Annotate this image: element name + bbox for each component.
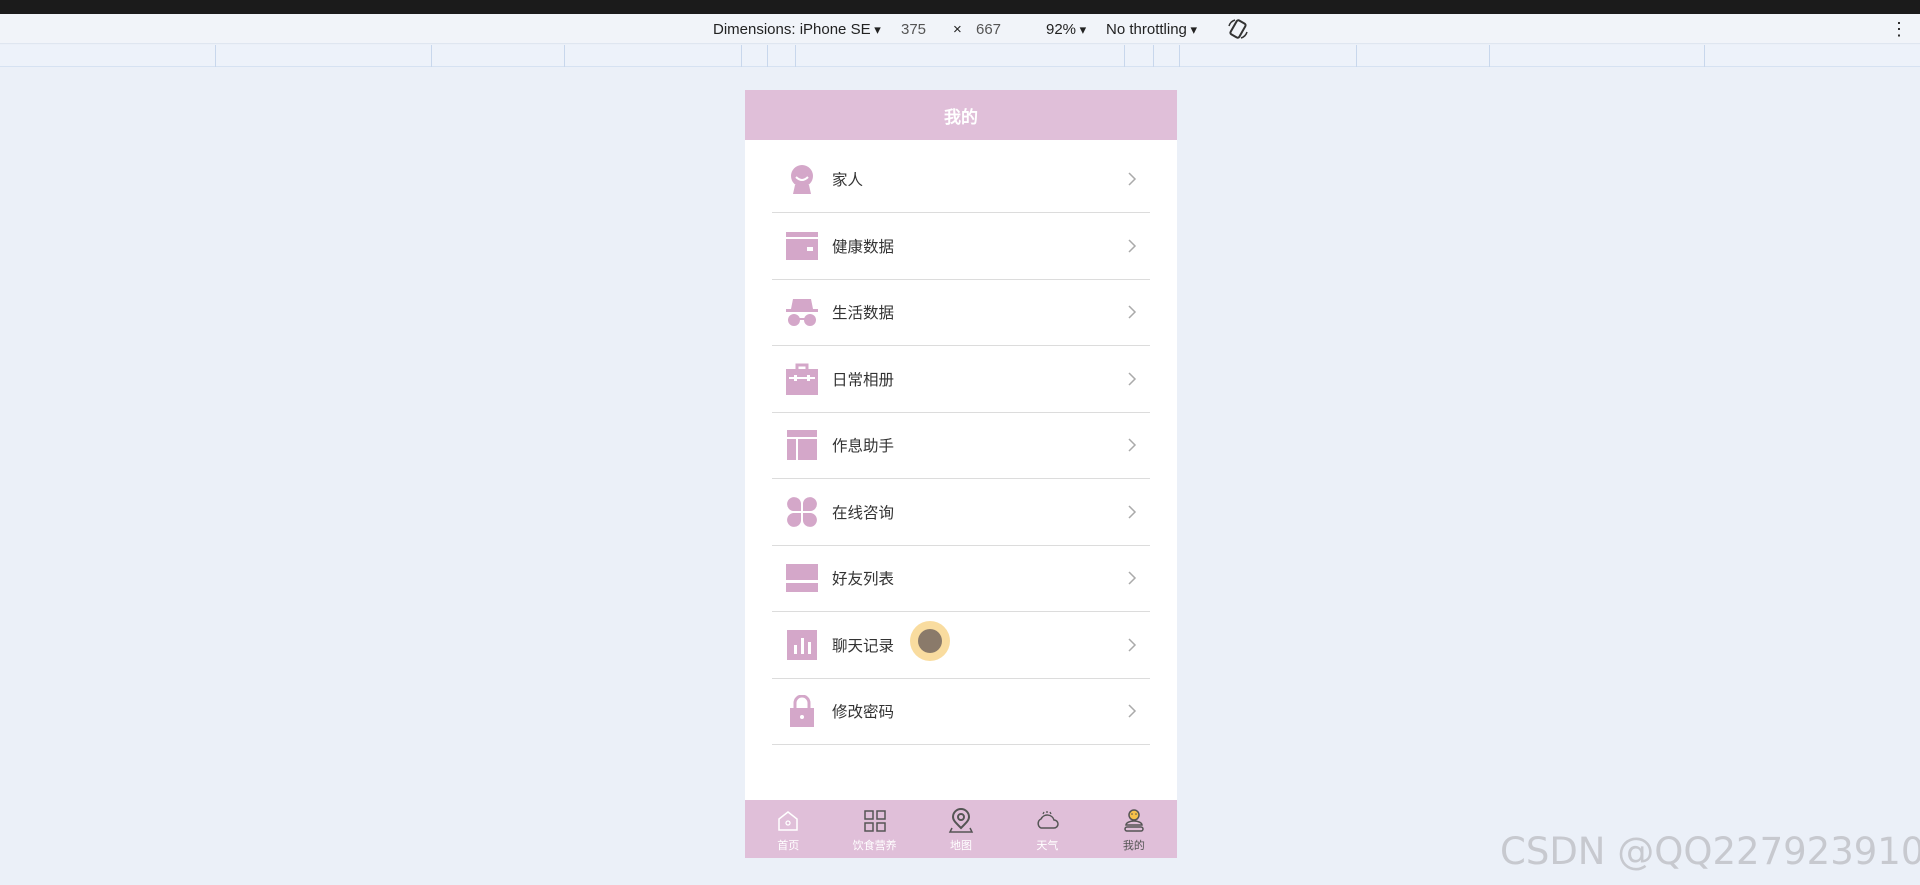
menu-item-friend-list[interactable]: 好友列表 — [772, 546, 1150, 612]
browser-top-bar — [0, 0, 1920, 14]
device-width-input[interactable]: 375 — [901, 21, 926, 38]
menu-item-life-data[interactable]: 生活数据 — [772, 280, 1150, 346]
menu-item-label: 日常相册 — [832, 370, 895, 389]
menu-item-schedule-assistant[interactable]: 作息助手 — [772, 413, 1150, 479]
briefcase-icon — [786, 363, 818, 395]
chevron-right-icon — [1128, 172, 1137, 186]
tab-weather[interactable]: 天气 — [1004, 800, 1090, 858]
menu-list: 家人 健康数据 生活数据 日常相册 作息助手 在线咨询 好友列表 聊天记录 修改… — [745, 140, 1177, 745]
chevron-right-icon — [1128, 305, 1137, 319]
media-query-ruler — [0, 45, 1920, 67]
menu-item-label: 生活数据 — [832, 304, 895, 323]
menu-item-label: 好友列表 — [832, 570, 895, 589]
menu-item-online-consult[interactable]: 在线咨询 — [772, 479, 1150, 546]
clover-icon — [786, 496, 818, 528]
person-icon — [786, 163, 818, 195]
rotate-icon[interactable] — [1227, 18, 1249, 40]
tab-home[interactable]: 首页 — [745, 800, 831, 858]
page-header: 我的 — [745, 90, 1177, 140]
menu-item-label: 家人 — [832, 171, 864, 189]
device-height-input[interactable]: 667 — [976, 21, 1001, 38]
map-pin-icon — [948, 808, 974, 833]
throttling-select[interactable]: No throttling — [1106, 21, 1197, 38]
tab-bar: 首页 饮食营养 地图 天气 我的 — [745, 800, 1177, 858]
menu-item-label: 聊天记录 — [832, 636, 895, 655]
chevron-right-icon — [1128, 571, 1137, 585]
zoom-select[interactable]: 92% — [1046, 21, 1086, 38]
tab-mine[interactable]: 我的 — [1091, 800, 1177, 858]
tab-label: 天气 — [1036, 839, 1059, 852]
menu-item-label: 健康数据 — [832, 237, 895, 256]
menu-item-family[interactable]: 家人 — [772, 140, 1150, 213]
chevron-right-icon — [1128, 372, 1137, 386]
chevron-right-icon — [1128, 505, 1137, 519]
watermark: CSDN @QQ2279239102 — [1500, 830, 1920, 873]
menu-item-label: 作息助手 — [832, 437, 895, 456]
layout-icon — [786, 429, 818, 461]
phone-viewport: 我的 家人 健康数据 生活数据 日常相册 作息助手 在线咨询 好友列表 聊天记录… — [745, 90, 1177, 858]
incognito-icon — [786, 296, 818, 328]
device-toolbar: Dimensions: iPhone SE 375 × 667 92% No t… — [0, 14, 1920, 44]
tab-diet-nutrition[interactable]: 饮食营养 — [831, 800, 917, 858]
chevron-right-icon — [1128, 239, 1137, 253]
more-options-icon[interactable]: ⋮ — [1890, 19, 1908, 40]
cloud-icon — [1037, 811, 1060, 829]
chevron-right-icon — [1128, 638, 1137, 652]
list-icon — [786, 562, 818, 594]
lock-icon — [786, 695, 818, 728]
grid-icon — [863, 810, 886, 832]
chevron-right-icon — [1128, 704, 1137, 718]
page-title: 我的 — [944, 107, 978, 128]
menu-item-chat-history[interactable]: 聊天记录 — [772, 612, 1150, 679]
dimension-times-sign: × — [953, 21, 962, 38]
tab-map[interactable]: 地图 — [918, 800, 1004, 858]
chevron-right-icon — [1128, 438, 1137, 452]
device-dimensions-select[interactable]: Dimensions: iPhone SE — [713, 21, 881, 38]
tab-label: 地图 — [950, 839, 973, 852]
home-icon — [778, 811, 798, 831]
profile-icon — [1124, 809, 1144, 832]
menu-item-label: 修改密码 — [832, 703, 895, 722]
tab-label: 首页 — [777, 839, 800, 852]
bar-chart-icon — [786, 629, 818, 661]
menu-item-health-data[interactable]: 健康数据 — [772, 213, 1150, 280]
menu-item-label: 在线咨询 — [832, 503, 895, 522]
wallet-icon — [786, 230, 818, 262]
tab-label: 饮食营养 — [852, 839, 897, 852]
menu-item-daily-album[interactable]: 日常相册 — [772, 346, 1150, 413]
tab-label: 我的 — [1122, 839, 1145, 852]
menu-item-change-password[interactable]: 修改密码 — [772, 679, 1150, 745]
touch-cursor-indicator — [910, 621, 950, 661]
